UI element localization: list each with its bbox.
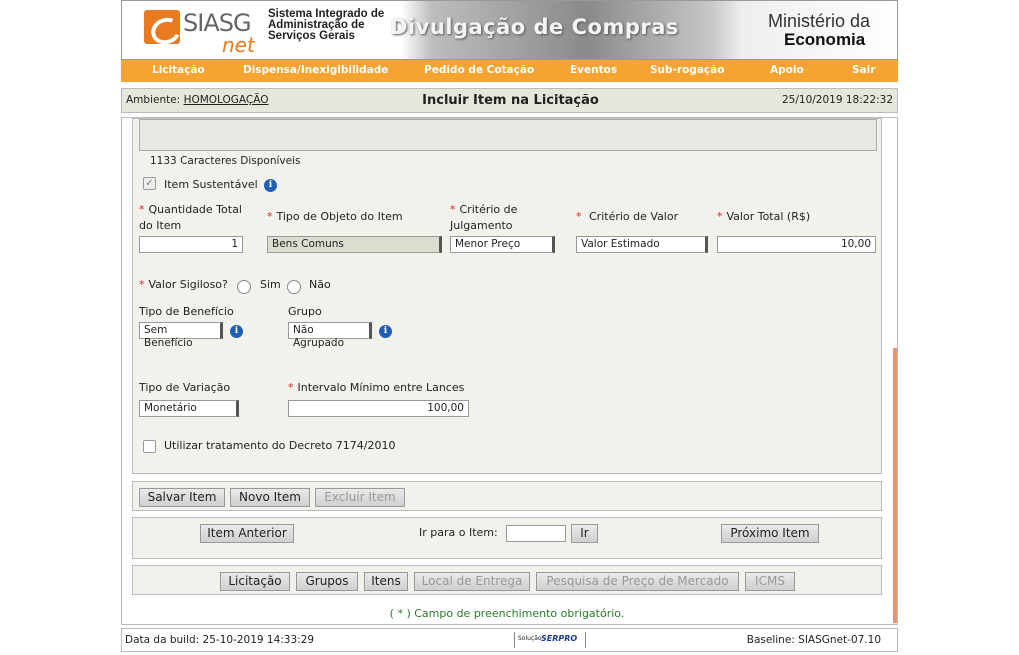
beneficio-info-icon[interactable]: i <box>230 325 243 338</box>
chars-remaining: 1133 Caracteres Disponíveis <box>150 155 301 167</box>
criterio-julgamento-label: * Critério de Julgamento <box>450 203 518 232</box>
ministry-line2: Economia <box>784 30 866 49</box>
app-banner: SIASG net Sistema Integrado de Administr… <box>121 0 898 60</box>
serpro-logo: Solução SERPRO <box>514 632 586 648</box>
scrollbar-thumb[interactable] <box>893 348 897 623</box>
salvar-item-button[interactable]: Salvar Item <box>139 488 225 507</box>
criterio-valor-label: * Critério de Valor <box>576 210 679 223</box>
main-content: 1133 Caracteres Disponíveis ✓ Item Suste… <box>121 117 898 625</box>
decreto-label: Utilizar tratamento do Decreto 7174/2010 <box>164 439 396 452</box>
menu-item-eventos[interactable]: Eventos <box>570 64 617 76</box>
main-menu: Licitação Dispensa/Inexigibilidade Pedid… <box>121 60 898 82</box>
siasg-logo: SIASG net <box>144 7 258 57</box>
sigiloso-nao-radio[interactable] <box>287 280 301 294</box>
tipo-variacao-label: Tipo de Variação <box>139 381 231 394</box>
ir-para-label: Ir para o Item: <box>419 526 498 539</box>
item-actions-panel: Salvar Item Novo Item Excluir Item <box>132 481 882 511</box>
environment-bar: Ambiente: HOMOLOGAÇÃO Incluir Item na Li… <box>121 88 898 113</box>
datetime: 25/10/2019 18:22:32 <box>781 94 893 106</box>
valor-total-label: * Valor Total (R$) <box>717 210 811 223</box>
item-anterior-button[interactable]: Item Anterior <box>200 524 294 543</box>
tipo-objeto-select[interactable]: Bens Comuns <box>267 236 442 253</box>
system-name: Sistema Integrado de Administração de Se… <box>268 8 385 42</box>
grupo-label: Grupo <box>288 305 322 318</box>
sustentavel-label: Item Sustentável <box>164 178 258 191</box>
grupo-info-icon[interactable]: i <box>379 325 392 338</box>
valor-sigiloso-label: * Valor Sigiloso? <box>139 278 228 291</box>
logo-net-text: net <box>222 33 255 57</box>
menu-item-dispensa[interactable]: Dispensa/Inexigibilidade <box>243 64 388 76</box>
menu-item-sair[interactable]: Sair <box>852 64 875 76</box>
tab-icms-button[interactable]: ICMS <box>745 572 795 591</box>
ministry-line1: Ministério da <box>768 11 871 31</box>
criterio-julgamento-select[interactable]: Menor Preço <box>450 236 555 253</box>
menu-item-licitacao[interactable]: Licitação <box>152 64 205 76</box>
required-field-note: ( * ) Campo de preenchimento obrigatório… <box>389 607 625 620</box>
baseline: Baseline: SIASGnet-07.10 <box>746 634 881 646</box>
banner-title: Divulgação de Compras <box>390 15 679 39</box>
tab-grupos-button[interactable]: Grupos <box>296 572 358 591</box>
sustentavel-checkbox[interactable]: ✓ <box>143 177 156 190</box>
sustentavel-info-icon[interactable]: i <box>264 179 277 192</box>
menu-item-pedido-cotacao[interactable]: Pedido de Cotação <box>424 64 534 76</box>
tipo-beneficio-select[interactable]: Sem Benefício <box>139 322 223 349</box>
tab-pesquisa-preco-button[interactable]: Pesquisa de Preço de Mercado <box>536 572 739 591</box>
tipo-variacao-select[interactable]: Monetário <box>139 400 239 417</box>
tipo-beneficio-label: Tipo de Benefício <box>139 305 234 318</box>
intervalo-input[interactable]: 100,00 <box>288 400 469 417</box>
menu-item-sub-rogacao[interactable]: Sub-rogação <box>650 64 724 76</box>
sigiloso-sim-label: Sim <box>260 278 281 291</box>
ir-button[interactable]: Ir <box>571 524 598 543</box>
novo-item-button[interactable]: Novo Item <box>230 488 310 507</box>
ir-para-input[interactable] <box>506 525 566 542</box>
intervalo-label: * Intervalo Mínimo entre Lances <box>288 381 465 394</box>
quantidade-label: * Quantidade Total do Item <box>139 203 242 232</box>
valor-total-input[interactable]: 10,00 <box>717 236 876 253</box>
siasg-logo-icon <box>144 10 180 44</box>
menu-item-apoio[interactable]: Apoio <box>770 64 804 76</box>
tab-itens-button[interactable]: Itens <box>364 572 408 591</box>
section-tabs-panel: Licitação Grupos Itens Local de Entrega … <box>132 565 882 595</box>
grupo-select[interactable]: Não Agrupado <box>288 322 372 349</box>
tab-licitacao-button[interactable]: Licitação <box>220 572 290 591</box>
criterio-valor-select[interactable]: Valor Estimado <box>576 236 708 253</box>
quantidade-input[interactable]: 1 <box>139 236 243 253</box>
tab-local-entrega-button[interactable]: Local de Entrega <box>414 572 530 591</box>
decreto-checkbox[interactable] <box>143 440 156 453</box>
build-date: Data da build: 25-10-2019 14:33:29 <box>125 634 315 646</box>
proximo-item-button[interactable]: Próximo Item <box>721 524 819 543</box>
sigiloso-nao-label: Não <box>309 278 331 291</box>
item-navigation-panel: Item Anterior Ir para o Item: Ir Próximo… <box>132 517 882 559</box>
item-form: 1133 Caracteres Disponíveis ✓ Item Suste… <box>132 118 882 474</box>
sigiloso-sim-radio[interactable] <box>237 280 251 294</box>
footer: Data da build: 25-10-2019 14:33:29 Soluç… <box>121 628 898 652</box>
description-textarea[interactable] <box>139 119 877 151</box>
tipo-objeto-label: * Tipo de Objeto do Item <box>267 210 403 223</box>
excluir-item-button[interactable]: Excluir Item <box>315 488 405 507</box>
